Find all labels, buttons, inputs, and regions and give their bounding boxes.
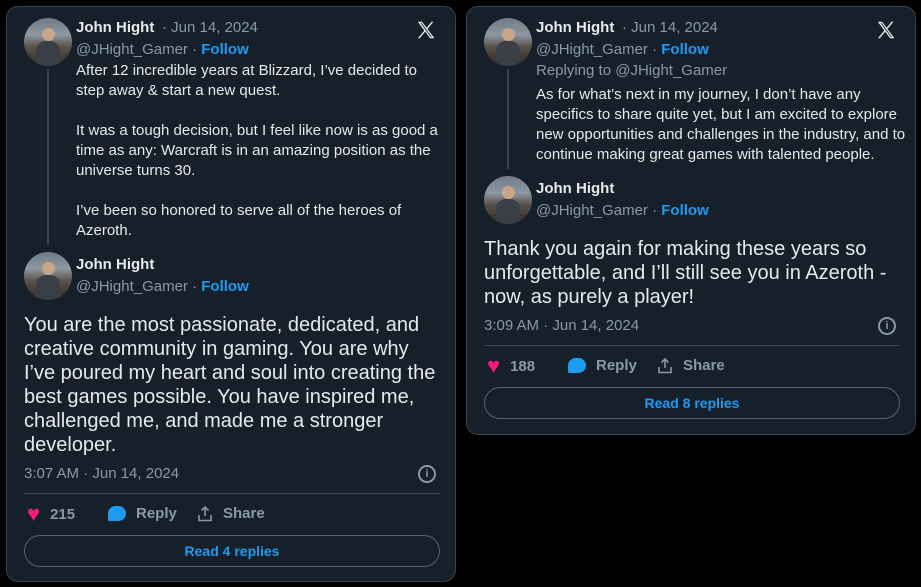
divider xyxy=(24,493,440,494)
share-icon xyxy=(658,357,672,373)
tweet-timestamp[interactable]: 3:07 AM · Jun 14, 2024 xyxy=(24,465,179,482)
follow-link[interactable]: Follow xyxy=(661,41,709,58)
tweet-timestamp[interactable]: 3:09 AM · Jun 14, 2024 xyxy=(484,317,639,334)
author-handle: @JHight_Gamer · Follow xyxy=(76,278,249,295)
reply-bubble-icon xyxy=(108,506,126,521)
divider xyxy=(484,345,900,346)
main-tweet-text: Thank you again for making these years s… xyxy=(484,238,887,308)
avatar[interactable] xyxy=(24,252,72,300)
reply-button[interactable]: Reply xyxy=(568,357,637,374)
info-icon[interactable]: i xyxy=(878,317,896,335)
x-logo-icon[interactable] xyxy=(415,19,437,41)
avatar[interactable] xyxy=(484,18,532,66)
reply-label: Reply xyxy=(136,505,177,522)
heart-icon: ♥ xyxy=(487,353,501,378)
thread-line xyxy=(507,69,509,169)
author-name[interactable]: John Hight xyxy=(536,19,614,36)
avatar[interactable] xyxy=(24,18,72,66)
handle-text[interactable]: @JHight_Gamer · xyxy=(536,202,657,219)
parent-tweet-text: After 12 incredible years at Blizzard, I… xyxy=(76,62,438,239)
thread-line xyxy=(47,69,49,245)
follow-link[interactable]: Follow xyxy=(201,278,249,295)
share-button[interactable]: Share xyxy=(197,505,265,522)
reply-bubble-icon xyxy=(568,358,586,373)
tweet-date[interactable]: · Jun 14, 2024 xyxy=(622,19,718,36)
main-tweet-text: You are the most passionate, dedicated, … xyxy=(24,314,436,456)
like-count: 215 xyxy=(50,505,76,523)
info-icon[interactable]: i xyxy=(418,465,436,483)
reply-button[interactable]: Reply xyxy=(108,505,177,522)
like-button[interactable]: ♥ 188 xyxy=(487,353,536,378)
author-name[interactable]: John Hight xyxy=(76,19,154,36)
share-button[interactable]: Share xyxy=(657,357,725,374)
share-icon xyxy=(198,505,212,521)
tweet-card-1: John Hight · Jun 14, 2024 @JHight_Gamer … xyxy=(6,6,456,582)
like-button[interactable]: ♥ 215 xyxy=(27,501,76,526)
x-logo-icon[interactable] xyxy=(875,19,897,41)
author-handle: @JHight_Gamer · Follow xyxy=(536,202,709,219)
handle-text[interactable]: @JHight_Gamer · xyxy=(536,41,657,58)
like-count: 188 xyxy=(510,357,536,375)
handle-text[interactable]: @JHight_Gamer · xyxy=(76,41,197,58)
author-name[interactable]: John Hight xyxy=(536,180,614,197)
read-replies-button[interactable]: Read 8 replies xyxy=(484,387,900,419)
author-handle: @JHight_Gamer · Follow xyxy=(76,41,249,58)
read-replies-button[interactable]: Read 4 replies xyxy=(24,535,440,567)
parent-tweet-text: As for what’s next in my journey, I don’… xyxy=(536,86,906,163)
heart-icon: ♥ xyxy=(27,501,41,526)
share-label: Share xyxy=(683,357,725,374)
follow-link[interactable]: Follow xyxy=(201,41,249,58)
avatar[interactable] xyxy=(484,176,532,224)
tweet-date[interactable]: · Jun 14, 2024 xyxy=(162,19,258,36)
handle-text[interactable]: @JHight_Gamer · xyxy=(76,278,197,295)
author-handle: @JHight_Gamer · Follow xyxy=(536,41,709,58)
author-name[interactable]: John Hight xyxy=(76,256,154,273)
tweet-card-2: John Hight · Jun 14, 2024 @JHight_Gamer … xyxy=(466,6,916,435)
reply-label: Reply xyxy=(596,357,637,374)
follow-link[interactable]: Follow xyxy=(661,202,709,219)
share-label: Share xyxy=(223,505,265,522)
replying-to[interactable]: Replying to @JHight_Gamer xyxy=(536,62,727,79)
